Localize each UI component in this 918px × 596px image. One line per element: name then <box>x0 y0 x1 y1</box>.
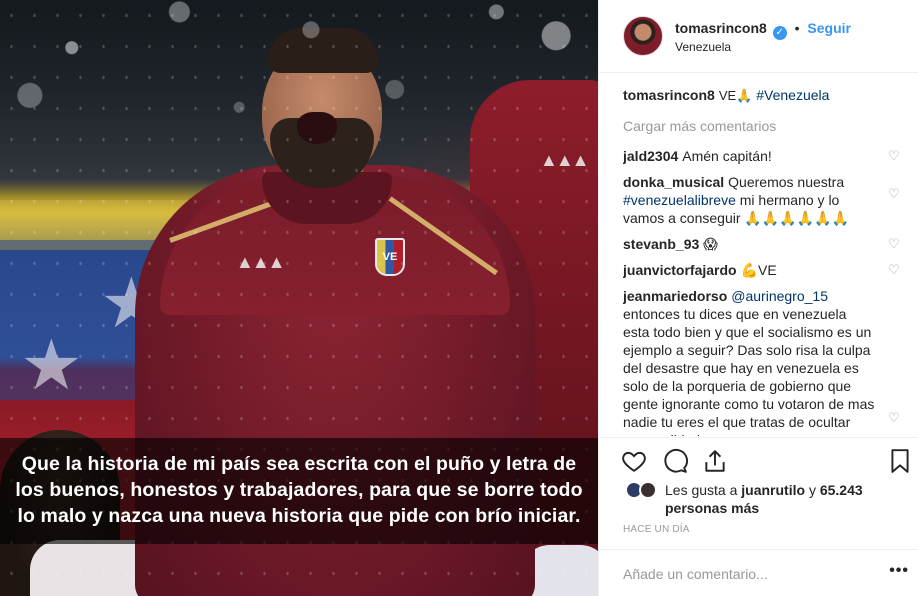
verified-icon: ✓ <box>772 26 787 40</box>
post-side-panel: tomasrincon8 ✓ • Seguir Venezuela tomasr… <box>598 0 918 596</box>
comment-text: 💪VE <box>740 262 777 278</box>
comment-text: Queremos nuestra <box>728 174 845 190</box>
more-options-icon[interactable]: ••• <box>889 562 909 580</box>
comment-username[interactable]: juanvictorfajardo <box>623 262 737 278</box>
like-comment-heart-icon[interactable]: ♡ <box>888 149 901 162</box>
post-header: tomasrincon8 ✓ • Seguir Venezuela <box>599 0 918 73</box>
follow-button[interactable]: Seguir <box>807 20 851 36</box>
hashtag-link[interactable]: #venezuelalibreve <box>623 192 736 208</box>
comment-username[interactable]: tomasrincon8 <box>623 87 715 103</box>
likes-conj: y <box>808 482 816 498</box>
comment-text: entonces tu dices que en venezuela esta … <box>623 306 875 436</box>
comment-text: Amén capitán! <box>682 148 772 164</box>
comment-text: 😱 <box>703 236 718 252</box>
comment-item: juanvictorfajardo 💪VE ♡ <box>623 261 903 279</box>
caption-overlay-text: Que la historia de mi país sea escrita c… <box>15 453 583 527</box>
post-timestamp[interactable]: HACE UN DÍA <box>623 524 690 535</box>
caption-comment: tomasrincon8 VE🙏 #Venezuela <box>623 86 903 105</box>
likes-prefix: Les gusta a <box>665 482 738 498</box>
comment-username[interactable]: donka_musical <box>623 174 724 190</box>
comment-item: donka_musical Queremos nuestra #venezuela… <box>623 173 903 227</box>
comment-icon[interactable] <box>662 448 688 474</box>
like-comment-heart-icon[interactable]: ♡ <box>888 263 901 276</box>
like-comment-heart-icon[interactable]: ♡ <box>888 411 901 424</box>
header-user-row: tomasrincon8 ✓ • Seguir <box>675 20 851 40</box>
load-more-comments-button[interactable]: Cargar más comentarios <box>623 117 903 135</box>
likes-user[interactable]: juanrutilo <box>741 482 805 498</box>
avatar[interactable] <box>623 16 663 56</box>
like-comment-heart-icon[interactable]: ♡ <box>888 237 901 250</box>
post-photo[interactable]: ★ ★ ★ ▲▲▲ ▲▲▲ VE Que la historia de mi p… <box>0 0 598 596</box>
header-username[interactable]: tomasrincon8 <box>675 20 767 36</box>
caption-text: VE🙏 <box>718 88 753 103</box>
add-comment-input[interactable] <box>623 564 863 584</box>
like-comment-heart-icon[interactable]: ♡ <box>888 187 901 200</box>
comments-list[interactable]: tomasrincon8 VE🙏 #Venezuela Cargar más co… <box>623 86 903 436</box>
mention-link[interactable]: @aurinegro_15 <box>731 288 828 304</box>
hashtag-link[interactable]: #Venezuela <box>756 87 829 103</box>
likes-summary[interactable]: Les gusta a juanrutilo y 65.243 personas… <box>665 481 905 517</box>
bookmark-icon[interactable] <box>887 448 913 474</box>
add-comment-bar: ••• <box>599 549 918 596</box>
comment-username[interactable]: jeanmariedorso <box>623 288 727 304</box>
heart-icon[interactable] <box>621 448 647 474</box>
location-link[interactable]: Venezuela <box>675 40 731 54</box>
comment-item: jald2304 Amén capitán! ♡ <box>623 147 903 165</box>
comment-username[interactable]: stevanb_93 <box>623 236 699 252</box>
share-icon[interactable] <box>702 448 728 474</box>
liker-avatar <box>639 481 657 499</box>
separator: • <box>794 20 800 36</box>
comment-item: jeanmariedorso @aurinegro_15 entonces tu … <box>623 287 903 436</box>
comment-username[interactable]: jald2304 <box>623 148 678 164</box>
comment-item: stevanb_93 😱 ♡ <box>623 235 903 253</box>
